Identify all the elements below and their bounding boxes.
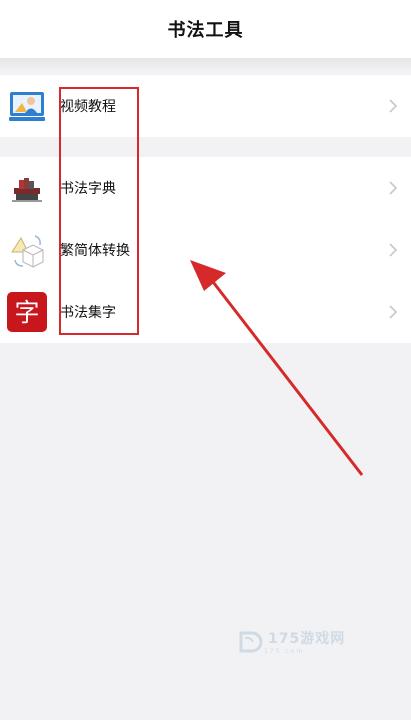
watermark-brand: 175游戏网 [268, 631, 346, 647]
annotation-arrow [190, 260, 364, 476]
watermark-sub: 175.com [264, 648, 305, 655]
watermark-logo: 175游戏网 175.com [238, 628, 345, 655]
